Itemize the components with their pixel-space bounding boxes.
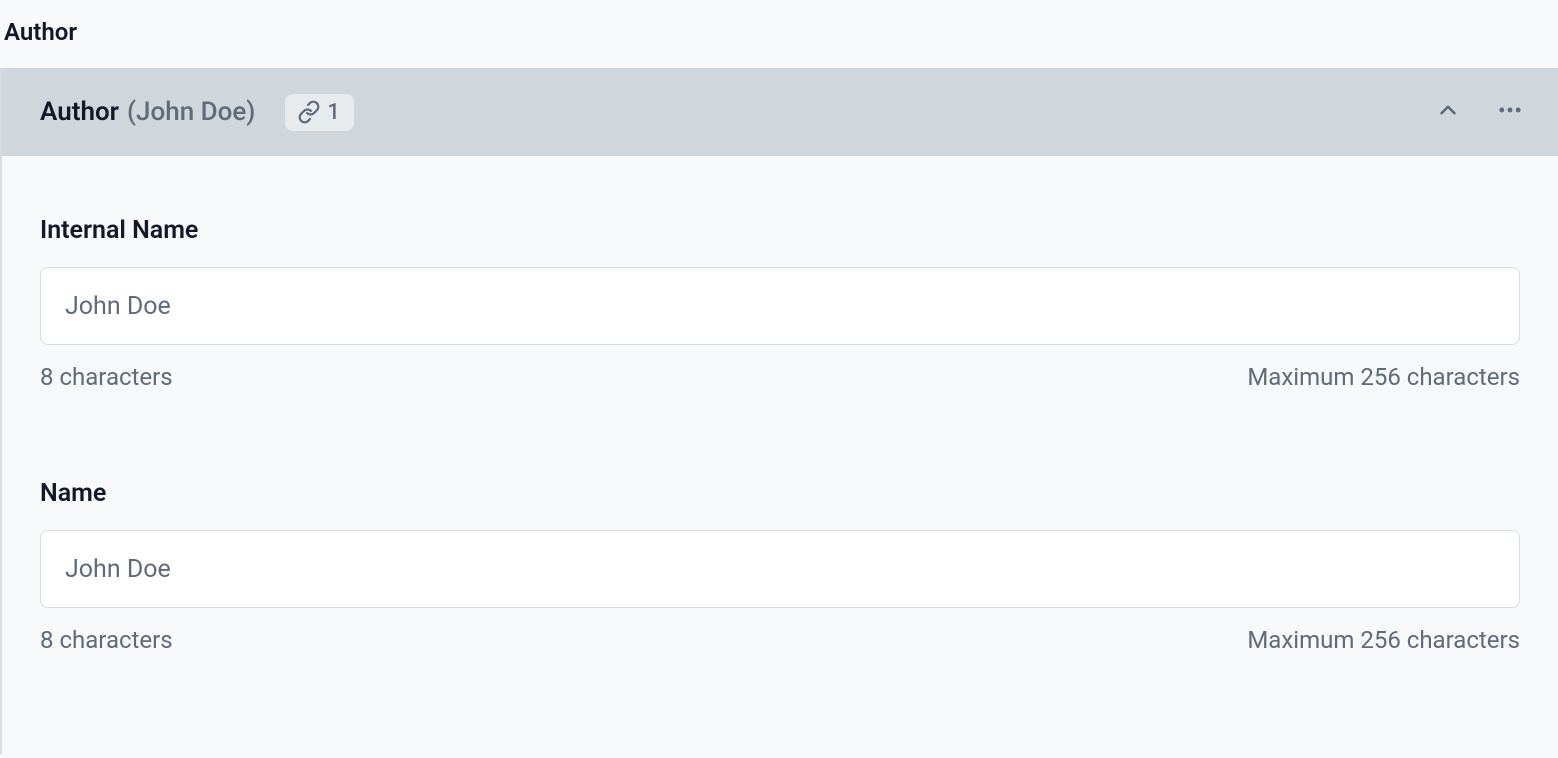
field-internal-name: Internal Name 8 characters Maximum 256 c… [40, 216, 1520, 391]
more-horizontal-icon [1496, 96, 1524, 128]
card-header[interactable]: Author (John Doe) 1 [2, 68, 1558, 156]
field-name: Name 8 characters Maximum 256 characters [40, 479, 1520, 654]
char-max: Maximum 256 characters [1247, 626, 1520, 654]
internal-name-input[interactable] [40, 267, 1520, 345]
field-label: Name [40, 479, 1520, 508]
field-hint-row: 8 characters Maximum 256 characters [40, 363, 1520, 391]
field-hint-row: 8 characters Maximum 256 characters [40, 626, 1520, 654]
link-count-badge[interactable]: 1 [285, 94, 354, 131]
field-label: Internal Name [40, 216, 1520, 245]
name-input[interactable] [40, 530, 1520, 608]
entry-display-name: (John Doe) [127, 97, 255, 127]
section-title: Author [0, 0, 1558, 68]
char-count: 8 characters [40, 626, 173, 654]
more-actions-button[interactable] [1488, 90, 1532, 134]
link-count-value: 1 [327, 100, 340, 125]
page: Author Author (John Doe) 1 [0, 0, 1558, 758]
chevron-up-icon [1435, 97, 1461, 127]
collapse-button[interactable] [1426, 90, 1470, 134]
author-card: Author (John Doe) 1 [0, 68, 1558, 754]
card-body: Internal Name 8 characters Maximum 256 c… [2, 156, 1558, 754]
char-max: Maximum 256 characters [1247, 363, 1520, 391]
entry-type-label: Author [40, 97, 119, 127]
link-icon [297, 100, 321, 124]
card-header-title: Author (John Doe) [40, 97, 255, 127]
char-count: 8 characters [40, 363, 173, 391]
